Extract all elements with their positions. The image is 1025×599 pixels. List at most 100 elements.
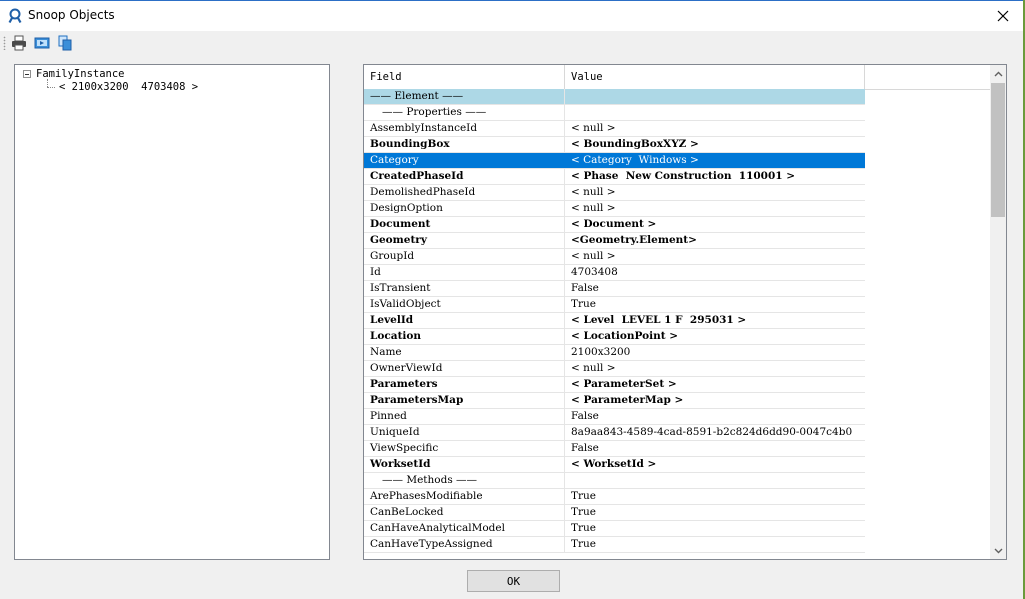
field-cell: ParametersMap: [364, 393, 565, 408]
table-row[interactable]: Geometry <Geometry.Element>: [364, 233, 865, 249]
field-cell: BoundingBox: [364, 137, 565, 152]
value-cell: < null >: [571, 122, 616, 134]
scroll-down-button[interactable]: [990, 542, 1006, 559]
table-row[interactable]: ParametersMap < ParameterMap >: [364, 393, 865, 409]
table-row[interactable]: Name 2100x3200: [364, 345, 865, 361]
field-cell: ArePhasesModifiable: [364, 489, 565, 504]
print-button[interactable]: [10, 34, 28, 52]
scroll-thumb[interactable]: [991, 83, 1005, 217]
value-cell: < ParameterMap >: [571, 394, 684, 406]
table-row[interactable]: Category < Category Windows >: [364, 153, 865, 169]
column-header-value[interactable]: Value: [565, 65, 865, 89]
value-cell: < null >: [571, 186, 616, 198]
field-cell: —— Element ——: [364, 89, 565, 104]
print-preview-button[interactable]: [33, 34, 51, 52]
value-cell: < ParameterSet >: [571, 378, 677, 390]
object-tree[interactable]: FamilyInstance < 2100x3200 4703408 >: [14, 64, 330, 560]
table-row[interactable]: LevelId < Level LEVEL 1 F 295031 >: [364, 313, 865, 329]
field-cell: Category: [364, 153, 565, 168]
toolbar-grip[interactable]: [3, 36, 6, 50]
printer-icon: [12, 35, 26, 51]
tree-connector: [47, 87, 55, 88]
field-cell: IsTransient: [364, 281, 565, 296]
copy-button[interactable]: [56, 34, 74, 52]
property-grid[interactable]: Field Value —— Element —— —— Properties —…: [363, 64, 1007, 560]
grid-section-row[interactable]: —— Properties ——: [364, 105, 865, 121]
snoop-app-icon: [8, 8, 22, 24]
table-row[interactable]: CreatedPhaseId < Phase New Construction 1…: [364, 169, 865, 185]
field-cell: —— Methods ——: [364, 473, 565, 488]
table-row[interactable]: Pinned False: [364, 409, 865, 425]
grid-section-row[interactable]: —— Methods ——: [364, 473, 865, 489]
value-cell: True: [571, 538, 596, 550]
table-row[interactable]: Document < Document >: [364, 217, 865, 233]
value-cell: False: [571, 282, 599, 294]
close-button[interactable]: [983, 1, 1023, 31]
value-cell: [565, 105, 865, 120]
value-cell: < null >: [571, 202, 616, 214]
field-cell: Parameters: [364, 377, 565, 392]
value-cell: [565, 473, 865, 488]
tree-node-root[interactable]: FamilyInstance: [23, 67, 125, 81]
value-cell: True: [571, 298, 596, 310]
table-row[interactable]: BoundingBox < BoundingBoxXYZ >: [364, 137, 865, 153]
value-cell: False: [571, 410, 599, 422]
window-title: Snoop Objects: [28, 8, 115, 22]
value-cell: [565, 89, 865, 104]
table-row[interactable]: DesignOption < null >: [364, 201, 865, 217]
table-row[interactable]: CanHaveAnalyticalModel True: [364, 521, 865, 537]
value-cell: < BoundingBoxXYZ >: [571, 138, 699, 150]
value-cell: < null >: [571, 250, 616, 262]
tree-connector: [47, 79, 48, 87]
column-header-field[interactable]: Field: [364, 65, 565, 89]
value-cell: <Geometry.Element>: [571, 234, 697, 246]
table-row[interactable]: CanHaveTypeAssigned True: [364, 537, 865, 553]
chevron-up-icon: [994, 71, 1002, 76]
value-cell: 2100x3200: [571, 346, 631, 358]
table-row[interactable]: IsValidObject True: [364, 297, 865, 313]
print-preview-icon: [34, 37, 50, 49]
field-cell: CanBeLocked: [364, 505, 565, 520]
field-cell: GroupId: [364, 249, 565, 264]
field-cell: OwnerViewId: [364, 361, 565, 376]
field-cell: —— Properties ——: [364, 105, 565, 120]
field-cell: CreatedPhaseId: [364, 169, 565, 184]
value-cell: True: [571, 506, 596, 518]
field-cell: IsValidObject: [364, 297, 565, 312]
value-cell: True: [571, 490, 596, 502]
title-bar: Snoop Objects: [0, 0, 1023, 31]
value-cell: 8a9aa843-4589-4cad-8591-b2c824d6dd90-004…: [571, 426, 853, 438]
grid-header: Field Value: [364, 65, 990, 90]
value-cell: False: [571, 442, 599, 454]
field-cell: Document: [364, 217, 565, 232]
table-row[interactable]: ArePhasesModifiable True: [364, 489, 865, 505]
table-row[interactable]: IsTransient False: [364, 281, 865, 297]
table-row[interactable]: WorksetId < WorksetId >: [364, 457, 865, 473]
value-cell: < LocationPoint >: [571, 330, 679, 342]
field-cell: Name: [364, 345, 565, 360]
field-cell: WorksetId: [364, 457, 565, 472]
table-row[interactable]: OwnerViewId < null >: [364, 361, 865, 377]
value-cell: < Document >: [571, 218, 657, 230]
table-row[interactable]: CanBeLocked True: [364, 505, 865, 521]
field-cell: DesignOption: [364, 201, 565, 216]
table-row[interactable]: Id 4703408: [364, 265, 865, 281]
table-row[interactable]: AssemblyInstanceId < null >: [364, 121, 865, 137]
table-row[interactable]: GroupId < null >: [364, 249, 865, 265]
field-cell: LevelId: [364, 313, 565, 328]
value-cell: < Level LEVEL 1 F 295031 >: [571, 314, 747, 326]
scroll-up-button[interactable]: [990, 65, 1006, 82]
grid-section-row[interactable]: —— Element ——: [364, 89, 865, 105]
table-row[interactable]: DemolishedPhaseId < null >: [364, 185, 865, 201]
field-cell: Id: [364, 265, 565, 280]
collapse-icon[interactable]: [23, 70, 31, 78]
table-row[interactable]: Location < LocationPoint >: [364, 329, 865, 345]
ok-button[interactable]: OK: [467, 570, 560, 592]
table-row[interactable]: UniqueId 8a9aa843-4589-4cad-8591-b2c824d6…: [364, 425, 865, 441]
tree-node-child[interactable]: < 2100x3200 4703408 >: [57, 80, 200, 94]
vertical-scrollbar[interactable]: [990, 65, 1006, 559]
table-row[interactable]: Parameters < ParameterSet >: [364, 377, 865, 393]
tree-node-label: FamilyInstance: [36, 68, 125, 80]
field-cell: Pinned: [364, 409, 565, 424]
table-row[interactable]: ViewSpecific False: [364, 441, 865, 457]
